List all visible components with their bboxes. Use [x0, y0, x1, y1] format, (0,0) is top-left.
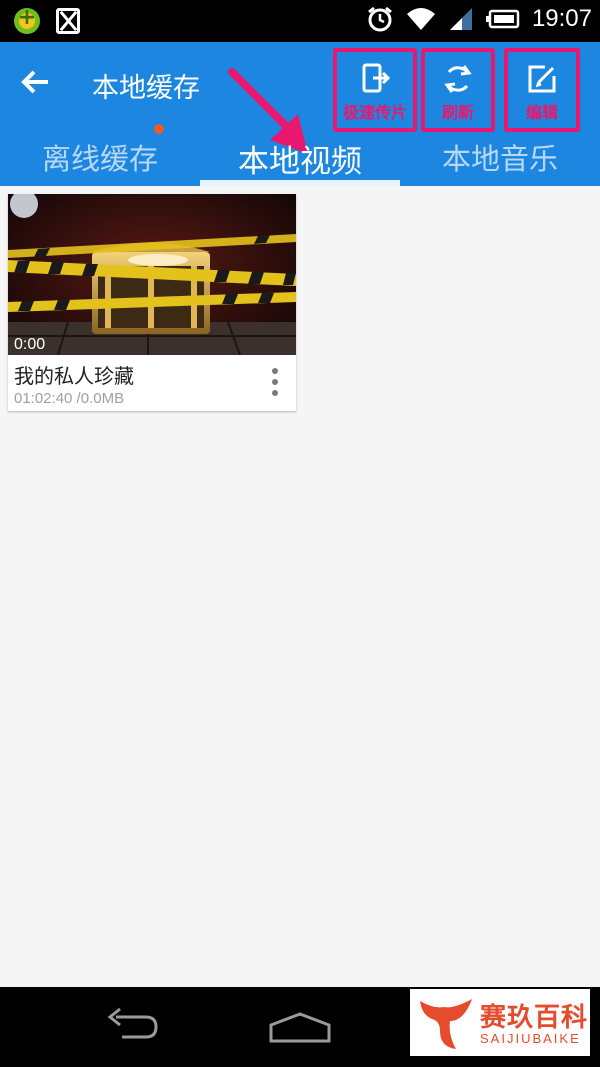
alarm-icon — [368, 6, 392, 32]
fast-transfer-button[interactable]: 极速传片 — [333, 48, 417, 132]
video-meta: 01:02:40 /0.0MB — [14, 390, 125, 407]
more-options-button[interactable] — [264, 366, 286, 400]
transfer-icon — [362, 63, 391, 93]
nav-back-icon[interactable] — [102, 1005, 162, 1045]
tab-offline-label: 离线缓存 — [41, 142, 158, 176]
video-thumbnail[interactable]: 0:00 — [8, 194, 296, 355]
tab-bar: 离线缓存 本地视频 本地音乐 — [0, 130, 600, 186]
back-button[interactable] — [14, 60, 58, 104]
app-360-icon — [14, 5, 40, 34]
edit-label: 编辑 — [525, 103, 558, 122]
app-game-icon — [56, 8, 80, 34]
watermark-latin: SAIJIUBAIKE — [480, 1031, 581, 1046]
tab-indicator — [200, 180, 400, 186]
watermark: 赛玖百科 SAIJIUBAIKE — [410, 989, 590, 1056]
edit-icon — [528, 65, 556, 93]
app-bar: 本地缓存 极速传片 刷新 编辑 离线缓存 本地视频 本地音乐 — [0, 42, 600, 186]
whale-tail-logo-icon — [420, 999, 472, 1049]
refresh-icon — [444, 65, 472, 93]
battery-icon — [485, 9, 520, 29]
status-bar: 19:07 — [0, 0, 600, 42]
tab-offline-cache[interactable]: 离线缓存 — [0, 130, 200, 186]
watermark-brand: 赛玖百科 — [480, 1003, 589, 1033]
signal-icon — [449, 8, 472, 30]
clock: 19:07 — [531, 5, 592, 32]
tab-music-label: 本地音乐 — [441, 142, 558, 176]
video-card[interactable]: 0:00 我的私人珍藏 01:02:40 /0.0MB — [8, 194, 296, 411]
edit-button[interactable]: 编辑 — [504, 48, 580, 132]
tab-local-video[interactable]: 本地视频 — [200, 130, 400, 186]
refresh-button[interactable]: 刷新 — [421, 48, 495, 132]
video-duration: 0:00 — [14, 336, 46, 353]
page-title: 本地缓存 — [92, 73, 200, 104]
arrow-left-icon — [21, 70, 48, 94]
treasure-chest-image — [8, 194, 296, 355]
nav-home-icon[interactable] — [268, 1011, 332, 1045]
tab-local-music[interactable]: 本地音乐 — [400, 130, 600, 186]
tab-video-label: 本地视频 — [238, 144, 362, 180]
wifi-icon — [406, 8, 435, 30]
refresh-label: 刷新 — [441, 103, 474, 122]
fast-transfer-label: 极速传片 — [342, 103, 407, 122]
new-badge — [154, 124, 164, 134]
video-title: 我的私人珍藏 — [14, 364, 134, 388]
